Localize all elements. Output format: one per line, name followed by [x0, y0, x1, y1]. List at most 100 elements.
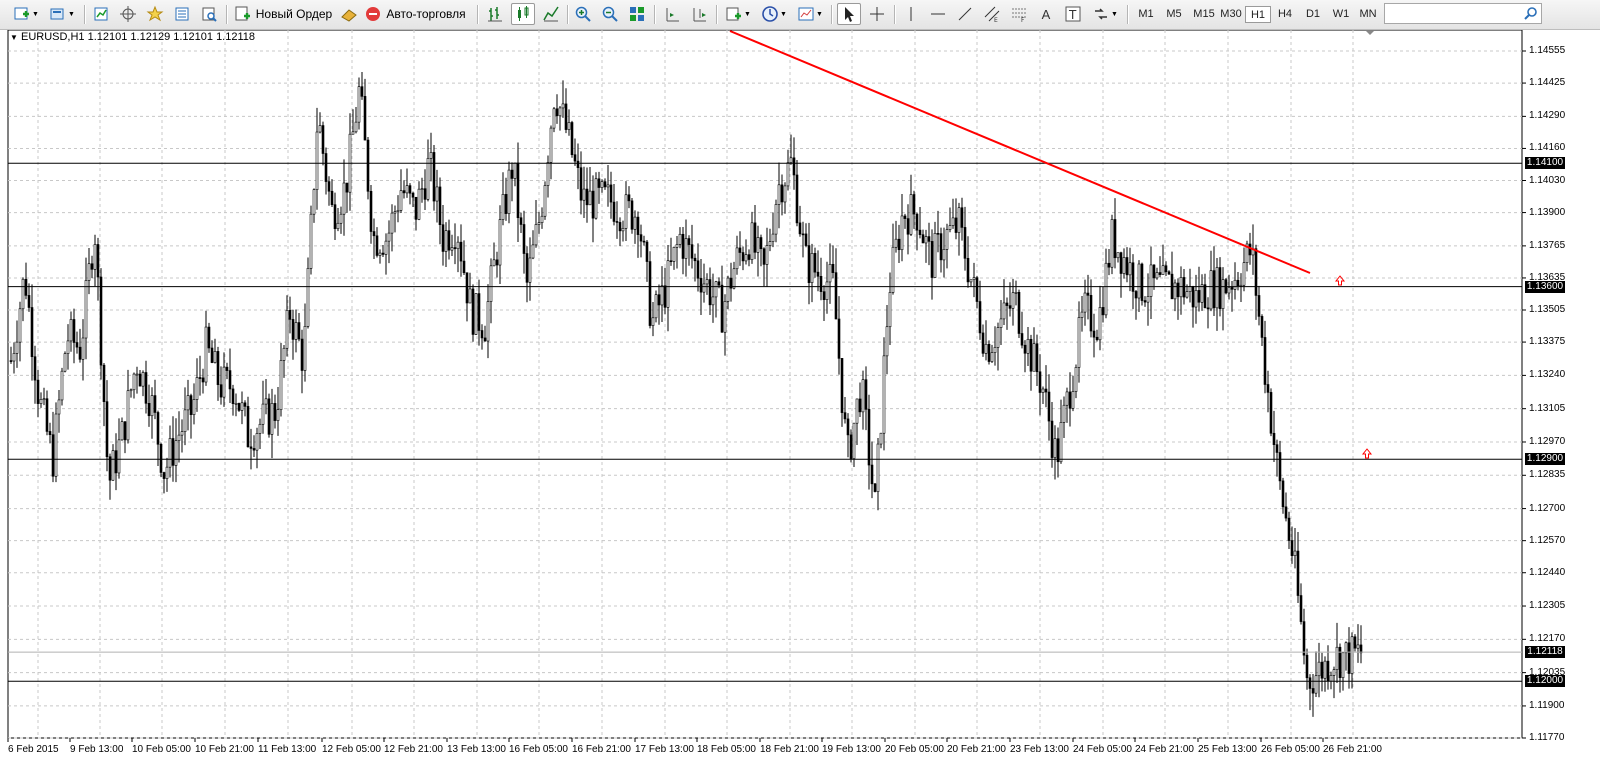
profiles-button[interactable]: ▼: [46, 3, 78, 25]
candle-body: [558, 107, 562, 117]
candle-body: [51, 434, 55, 477]
candle-body: [654, 294, 658, 319]
candle-body: [408, 185, 412, 194]
candle-body: [1095, 336, 1099, 341]
text-label-button[interactable]: T: [1062, 3, 1084, 25]
date-tick-label: 18 Feb 21:00: [760, 744, 819, 755]
expert-cap-icon: [341, 9, 358, 22]
zoom-in-button[interactable]: [572, 3, 594, 25]
price-tick-label: 1.12700: [1529, 502, 1566, 514]
candle-body: [1089, 295, 1093, 332]
candle-body: [672, 246, 676, 262]
arrows-button[interactable]: ▼: [1089, 3, 1121, 25]
text-button[interactable]: A: [1035, 3, 1057, 25]
timeframe-w1[interactable]: W1: [1328, 6, 1354, 23]
timeframe-m30[interactable]: M30: [1216, 6, 1246, 23]
candle-body: [318, 125, 322, 133]
text-tool-icon: A: [1041, 6, 1051, 22]
templates-button[interactable]: ▼: [794, 3, 826, 25]
timeframe-m1[interactable]: M1: [1133, 6, 1159, 23]
timeframe-h4[interactable]: H4: [1272, 6, 1298, 23]
candle-body: [903, 215, 907, 219]
candle-body: [243, 402, 247, 407]
data-window-button[interactable]: [117, 3, 139, 25]
horizontal-line-button[interactable]: [927, 3, 949, 25]
chart-shift-button[interactable]: [661, 3, 683, 25]
chart-menu-icon[interactable]: ▼: [10, 33, 18, 42]
plot-area[interactable]: [7, 30, 1523, 739]
terminal-button[interactable]: [171, 3, 193, 25]
candle-body: [897, 238, 901, 251]
cursor-button[interactable]: [837, 3, 861, 25]
candle-body: [1284, 506, 1288, 519]
zoom-out-button[interactable]: [599, 3, 621, 25]
candle-body: [384, 240, 388, 255]
auto-trading-button[interactable]: Авто-торговля: [338, 3, 468, 25]
timeframe-h1[interactable]: H1: [1245, 6, 1271, 23]
candle-body: [753, 222, 757, 253]
candle-body: [615, 221, 619, 223]
candle-body: [1236, 279, 1240, 286]
candle-body: [798, 222, 802, 235]
candle-body: [1149, 264, 1153, 297]
chart-window[interactable]: [0, 30, 1600, 778]
equidistant-channel-button[interactable]: E: [981, 3, 1003, 25]
candle-body: [1212, 270, 1216, 309]
trendline-button[interactable]: [954, 3, 976, 25]
candle-body: [978, 301, 982, 334]
candle-body: [849, 434, 853, 459]
tester-button[interactable]: [198, 3, 220, 25]
fibonacci-button[interactable]: F: [1008, 3, 1030, 25]
price-chart[interactable]: [0, 30, 1600, 778]
candle-body: [771, 233, 775, 242]
candle-body: [1056, 438, 1060, 463]
bar-chart-button[interactable]: [484, 3, 506, 25]
candle-body: [954, 217, 958, 233]
tile-windows-button[interactable]: [626, 3, 648, 25]
candle-body: [1071, 391, 1075, 409]
indicators-button[interactable]: ▼: [722, 3, 754, 25]
candle-body: [339, 213, 343, 224]
toolbar-separator: [654, 5, 656, 24]
candle-body: [1254, 248, 1258, 296]
candle-body: [288, 310, 292, 320]
candle-body: [1152, 264, 1156, 279]
candle-body: [264, 398, 268, 405]
market-watch-button[interactable]: [90, 3, 112, 25]
new-order-button[interactable]: Новый Ордер: [233, 3, 333, 25]
timeframe-mn[interactable]: MN: [1355, 6, 1381, 23]
candle-body: [1356, 644, 1360, 649]
date-tick-label: 12 Feb 21:00: [384, 744, 443, 755]
candle-body: [531, 244, 535, 259]
price-tick-label: 1.14030: [1529, 174, 1566, 186]
autoscroll-button[interactable]: [688, 3, 710, 25]
candle-body: [681, 233, 685, 259]
timeframe-m5[interactable]: M5: [1161, 6, 1187, 23]
date-tick-label: 10 Feb 21:00: [195, 744, 254, 755]
navigator-button[interactable]: [144, 3, 166, 25]
search-input[interactable]: [1384, 3, 1542, 24]
timeframe-m15[interactable]: M15: [1189, 6, 1219, 23]
line-chart-button[interactable]: [540, 3, 562, 25]
candle-body: [546, 161, 550, 186]
candle-body: [165, 466, 169, 479]
date-tick-label: 12 Feb 05:00: [322, 744, 381, 755]
candle-body: [1293, 550, 1297, 557]
search-icon[interactable]: [1524, 6, 1538, 20]
new-chart-button[interactable]: ▼: [10, 3, 42, 25]
candle-body: [387, 232, 391, 242]
periods-button[interactable]: ▼: [758, 3, 790, 25]
candle-body: [774, 204, 778, 235]
timeframe-d1[interactable]: D1: [1300, 6, 1326, 23]
vertical-line-button[interactable]: [900, 3, 922, 25]
candlestick-button[interactable]: [511, 3, 535, 25]
candle-body: [714, 281, 718, 298]
candle-body: [375, 235, 379, 256]
candle-body: [1059, 422, 1063, 463]
candle-body: [366, 139, 370, 192]
price-tick-label: 1.13505: [1529, 304, 1566, 315]
current-price-badge: 1.12118: [1525, 646, 1565, 659]
crosshair-button[interactable]: [866, 3, 888, 25]
candle-body: [219, 384, 223, 398]
candle-body: [591, 190, 595, 219]
